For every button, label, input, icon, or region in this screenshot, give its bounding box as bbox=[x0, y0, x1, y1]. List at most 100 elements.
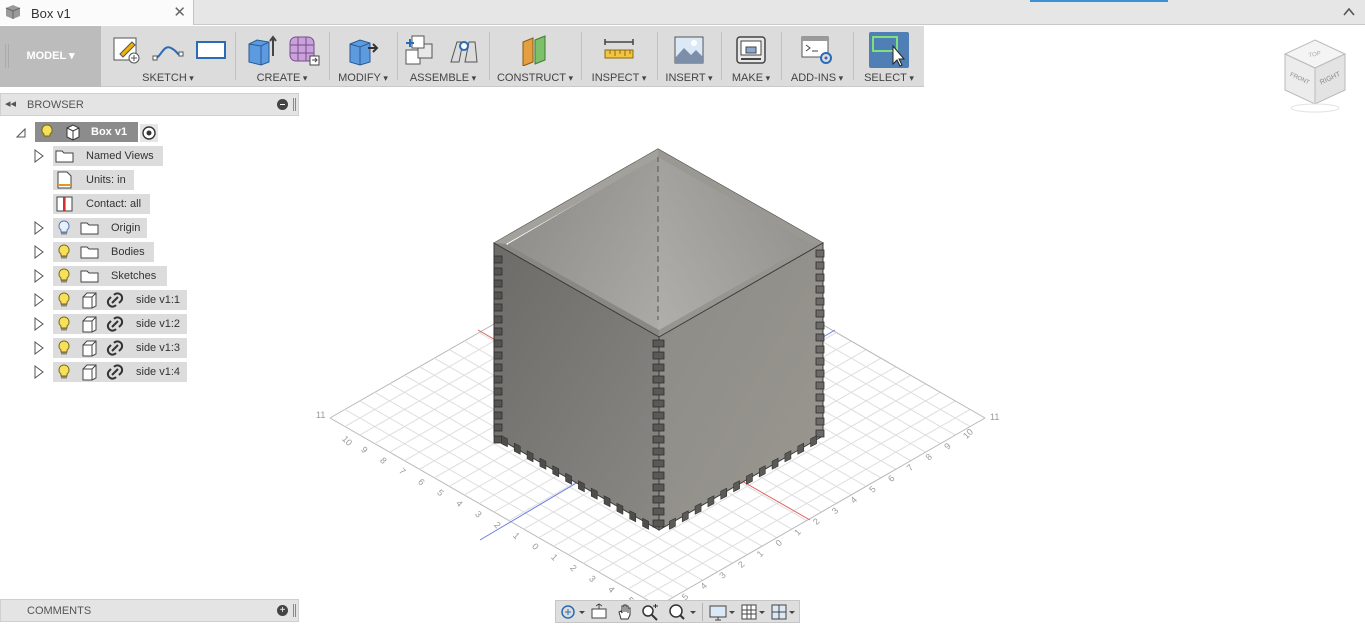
browser-node-contact[interactable]: Contact: all bbox=[53, 194, 150, 214]
create-sketch-icon[interactable] bbox=[110, 34, 144, 66]
grid-right-tick-label: 1 bbox=[755, 548, 766, 559]
browser-item-side-2: side v1:2 bbox=[0, 314, 200, 334]
extrude-icon[interactable] bbox=[243, 34, 277, 66]
grid-right-tick-label: 10 bbox=[961, 427, 975, 441]
3d-print-icon[interactable] bbox=[734, 34, 768, 66]
box-model[interactable] bbox=[492, 148, 825, 531]
grid-left-tick-label: 3 bbox=[587, 573, 598, 584]
finger-joint-tab bbox=[652, 387, 665, 396]
orbit-icon[interactable] bbox=[560, 603, 586, 621]
viewports-icon[interactable] bbox=[770, 603, 798, 621]
component-icon bbox=[5, 5, 21, 19]
construct-menu[interactable]: CONSTRUCT bbox=[492, 72, 578, 84]
measure-icon[interactable] bbox=[602, 34, 636, 66]
grid-settings-icon[interactable] bbox=[740, 603, 768, 621]
rectangle-icon[interactable] bbox=[194, 34, 228, 66]
finger-joint-tab bbox=[652, 507, 665, 516]
root-component-node[interactable]: Box v1 bbox=[35, 122, 138, 142]
browser-node-side-2[interactable]: side v1:2 bbox=[53, 314, 187, 334]
browser-node-sketches[interactable]: Sketches bbox=[53, 266, 167, 286]
toolbar-group-assemble: ASSEMBLE bbox=[400, 26, 486, 87]
sketch-menu[interactable]: SKETCH bbox=[104, 72, 232, 84]
browser-node-side-1[interactable]: side v1:1 bbox=[53, 290, 187, 310]
expand-triangle-icon[interactable] bbox=[34, 221, 44, 235]
link-icon bbox=[106, 364, 124, 380]
lightbulb-on-icon[interactable] bbox=[54, 242, 74, 262]
finger-joint-tab bbox=[493, 327, 503, 336]
offset-plane-icon[interactable] bbox=[518, 34, 552, 66]
browser-item-contact: Contact: all bbox=[0, 194, 200, 214]
close-tab-icon[interactable]: ✕ bbox=[173, 3, 186, 21]
spline-icon[interactable] bbox=[151, 34, 185, 66]
grid-left-tick-label: 2 bbox=[568, 563, 579, 574]
browser-node-named-views[interactable]: Named Views bbox=[53, 146, 163, 166]
collapse-browser-icon[interactable]: ◂◂ bbox=[5, 97, 16, 110]
scripts-icon[interactable] bbox=[800, 34, 834, 66]
make-menu[interactable]: MAKE bbox=[724, 72, 778, 84]
lightbulb-on-icon[interactable] bbox=[54, 290, 74, 310]
canvas-viewport[interactable]: 11 11 1098765432101234510987654321012345 bbox=[300, 88, 1365, 628]
browser-node-side-3[interactable]: side v1:3 bbox=[53, 338, 187, 358]
expand-triangle-icon[interactable] bbox=[34, 293, 44, 307]
browser-panel-grip[interactable] bbox=[293, 98, 296, 111]
insert-menu[interactable]: INSERT bbox=[660, 72, 718, 84]
finger-joint-tab bbox=[493, 315, 503, 324]
expand-triangle-icon[interactable] bbox=[34, 365, 44, 379]
collapse-triangle-icon[interactable] bbox=[16, 125, 26, 139]
new-component-icon[interactable] bbox=[404, 34, 438, 66]
lightbulb-on-icon[interactable] bbox=[37, 122, 57, 142]
component-occurrence-icon bbox=[82, 292, 97, 309]
expand-triangle-icon[interactable] bbox=[34, 149, 44, 163]
lightbulb-off-icon[interactable] bbox=[54, 218, 74, 238]
workspace-switcher-button[interactable]: MODEL ▾ bbox=[0, 26, 101, 87]
browser-node-units[interactable]: Units: in bbox=[53, 170, 134, 190]
modify-menu[interactable]: MODIFY bbox=[332, 72, 394, 84]
toolbar-group-sketch: SKETCH bbox=[104, 26, 232, 87]
create-menu[interactable]: CREATE bbox=[238, 72, 326, 84]
expand-triangle-icon[interactable] bbox=[34, 245, 44, 259]
press-pull-icon[interactable] bbox=[346, 34, 380, 66]
joint-icon[interactable] bbox=[447, 34, 481, 66]
finger-joint-tab bbox=[493, 351, 503, 360]
expand-triangle-icon[interactable] bbox=[34, 341, 44, 355]
lightbulb-on-icon[interactable] bbox=[54, 266, 74, 286]
browser-item-label: side v1:2 bbox=[136, 318, 181, 330]
select-icon[interactable] bbox=[869, 32, 909, 68]
folder-icon bbox=[80, 270, 99, 283]
finger-joint-tab bbox=[652, 411, 665, 420]
insert-image-icon[interactable] bbox=[672, 34, 706, 66]
document-tab[interactable]: Box v1 ✕ bbox=[0, 0, 194, 25]
select-menu[interactable]: SELECT bbox=[856, 72, 922, 84]
activate-component-icon[interactable] bbox=[140, 124, 158, 142]
lightbulb-on-icon[interactable] bbox=[54, 338, 74, 358]
main-toolbar: MODEL ▾ SKETCH CREATE bbox=[0, 26, 924, 87]
browser-item-label: Origin bbox=[111, 222, 141, 234]
zoom-icon[interactable] bbox=[640, 603, 660, 621]
chevron-up-icon[interactable] bbox=[1342, 5, 1356, 19]
expand-triangle-icon[interactable] bbox=[34, 317, 44, 331]
add-ins-menu[interactable]: ADD-INS bbox=[784, 72, 850, 84]
navbar-divider bbox=[702, 603, 703, 621]
grid-right-tick-label: 4 bbox=[698, 581, 709, 592]
lightbulb-on-icon[interactable] bbox=[54, 362, 74, 382]
finger-joint-tab bbox=[493, 375, 503, 384]
pan-icon[interactable] bbox=[616, 603, 634, 621]
folder-icon bbox=[80, 246, 99, 259]
add-comment-icon[interactable]: + bbox=[277, 605, 288, 616]
fit-icon[interactable] bbox=[666, 603, 698, 621]
comments-panel-grip[interactable] bbox=[293, 604, 296, 617]
browser-node-bodies[interactable]: Bodies bbox=[53, 242, 154, 262]
display-settings-icon[interactable] bbox=[708, 603, 738, 621]
inspect-menu[interactable]: INSPECT bbox=[584, 72, 654, 84]
minimize-browser-icon[interactable] bbox=[277, 99, 288, 110]
toolbar-group-inspect: INSPECT bbox=[584, 26, 654, 87]
finger-joint-tab bbox=[815, 321, 825, 330]
toolbar-grip[interactable] bbox=[5, 44, 9, 68]
form-icon[interactable] bbox=[286, 34, 320, 66]
browser-node-side-4[interactable]: side v1:4 bbox=[53, 362, 187, 382]
browser-node-origin[interactable]: Origin bbox=[53, 218, 147, 238]
look-at-icon[interactable] bbox=[590, 603, 608, 621]
expand-triangle-icon[interactable] bbox=[34, 269, 44, 283]
assemble-menu[interactable]: ASSEMBLE bbox=[400, 72, 486, 84]
lightbulb-on-icon[interactable] bbox=[54, 314, 74, 334]
